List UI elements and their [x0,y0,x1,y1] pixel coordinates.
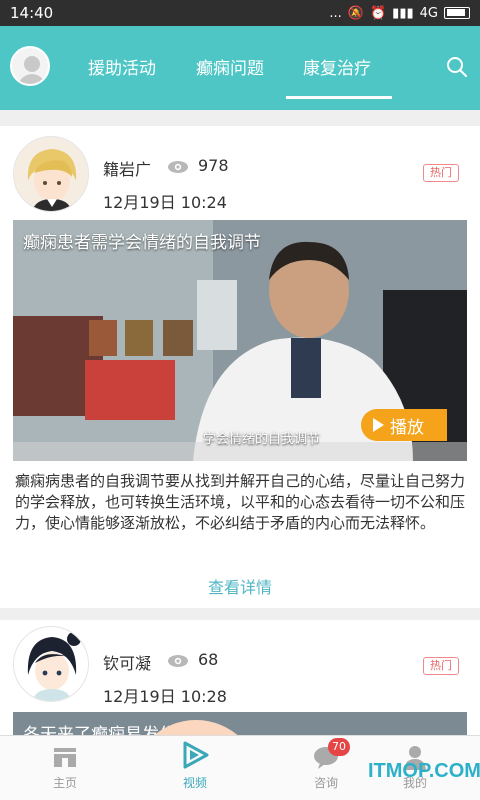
nav-label: 视频 [182,776,207,790]
nav-label: 咨询 [313,776,338,790]
post-card[interactable]: 钦可凝 68 12月19日 10:28 热门 冬天来了癫痫易发作怎么办 [0,620,480,735]
video-thumbnail[interactable]: 癫痫患者需学会情绪的自我调节 学会情绪的自我调节 播放 [13,220,467,461]
site-watermark: ITMOP.COM [368,760,480,782]
tab-epilepsy-questions[interactable]: 癫痫问题 [196,54,264,79]
nav-consult[interactable]: 70 咨询 [286,736,366,800]
default-avatar-icon[interactable] [10,46,50,86]
video-title: 癫痫患者需学会情绪的自我调节 [23,233,261,253]
author-avatar[interactable] [13,626,89,702]
eye-icon [168,161,188,173]
network-type: 4G [419,5,438,21]
top-header: 援助活动 癫痫问题 康复治疗 [0,26,480,110]
eye-icon [168,655,188,667]
tab-rehab-treatment[interactable]: 康复治疗 [303,54,371,79]
view-count: 978 [198,156,229,175]
status-dots: ... [329,5,342,21]
unread-badge: 70 [328,738,350,756]
signal-icon: ▮▮▮ [392,5,414,21]
play-icon [373,418,384,432]
post-date: 12月19日 10:24 [103,193,227,212]
author-avatar[interactable] [13,136,89,212]
mute-icon: 🔕 [347,5,364,21]
video-play-icon [183,741,209,769]
view-count: 68 [198,650,219,669]
play-button[interactable]: 播放 [361,409,447,441]
play-label: 播放 [390,417,424,438]
status-time: 14:40 [10,4,54,22]
nav-video[interactable]: 视频 [155,736,235,800]
status-icons: ... 🔕 ⏰ ▮▮▮ 4G [329,6,470,21]
tab-aid-activities[interactable]: 援助活动 [88,54,156,79]
home-icon [54,748,76,767]
author-name[interactable]: 籍岩广 [103,156,151,180]
post-feed[interactable]: 籍岩广 978 12月19日 10:24 热门 癫痫患者需学会情绪的自我调节 学… [0,110,480,735]
alarm-icon: ⏰ [369,5,387,21]
search-icon[interactable] [446,56,468,78]
battery-icon [444,7,470,19]
view-details-link[interactable]: 查看详情 [0,574,480,598]
active-tab-indicator [286,96,392,99]
post-description: 癫痫病患者的自我调节要从找到并解开自己的心结，尽量让自己努力的学会释放，也可转换… [15,472,466,532]
nav-label: 主页 [52,776,77,790]
status-bar: 14:40 ... 🔕 ⏰ ▮▮▮ 4G [0,0,480,26]
video-caption: 学会情绪的自我调节 [203,432,321,447]
post-date: 12月19日 10:28 [103,687,227,706]
nav-home[interactable]: 主页 [25,736,105,800]
author-name[interactable]: 钦可凝 [103,650,151,674]
video-thumbnail[interactable]: 冬天来了癫痫易发作怎么办 [13,712,467,735]
post-card[interactable]: 籍岩广 978 12月19日 10:24 热门 癫痫患者需学会情绪的自我调节 学… [0,126,480,608]
hot-badge: 热门 [423,657,459,675]
hot-badge: 热门 [423,164,459,182]
